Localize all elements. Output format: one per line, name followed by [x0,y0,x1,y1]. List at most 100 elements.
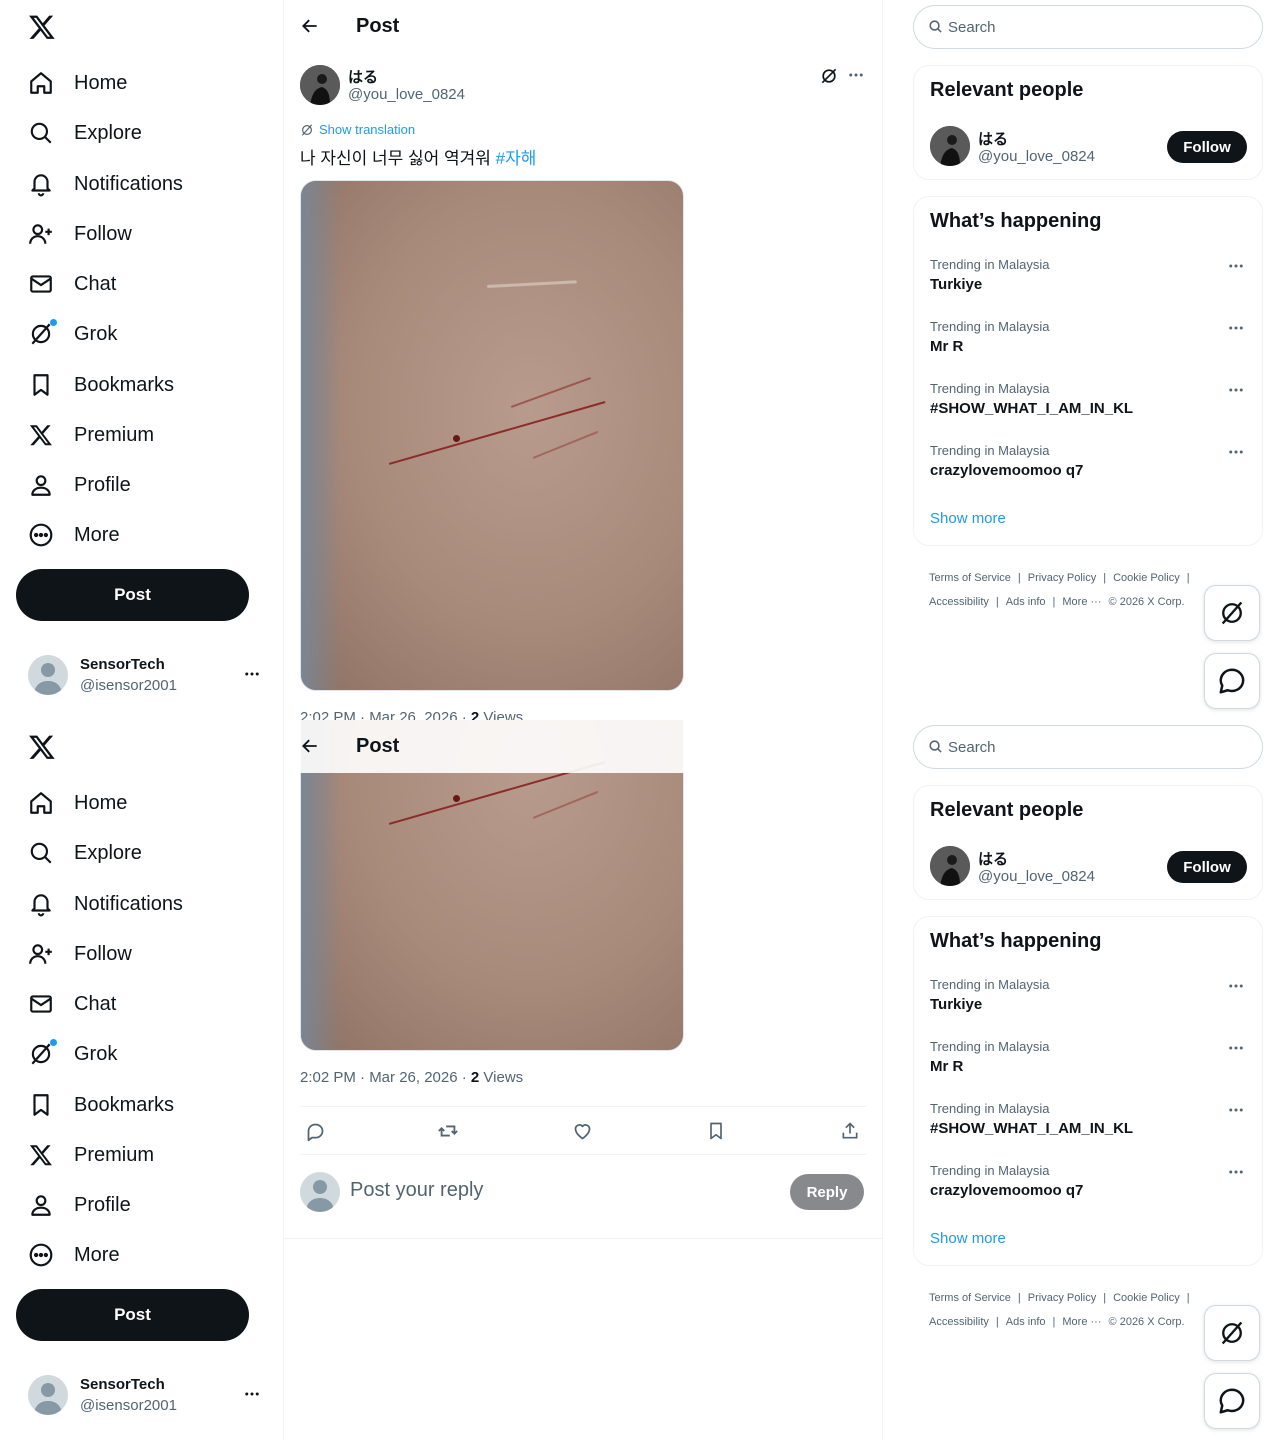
nav-notifications[interactable]: Notifications [16,161,256,207]
nav-bookmarks[interactable]: Bookmarks [16,362,256,408]
nav-follow[interactable]: Follow [16,931,256,977]
nav-chat[interactable]: Chat [16,261,256,307]
chat-fab[interactable] [1204,1373,1260,1429]
more-horizontal-icon[interactable] [243,1385,261,1408]
nav-bookmarks[interactable]: Bookmarks [16,1082,256,1128]
person-name[interactable]: はる [978,128,1008,149]
account-switcher[interactable]: SensorTech @isensor2001 [28,1375,268,1417]
accessibility-link[interactable]: Accessibility [929,1316,989,1328]
search-input[interactable]: Search [913,725,1263,769]
trend-item[interactable]: Trending in Malaysia crazylovemoomoo q7 [930,443,1250,493]
show-more-link[interactable]: Show more [930,510,1006,527]
trend-item[interactable]: Trending in Malaysia crazylovemoomoo q7 [930,1163,1250,1213]
repost-icon[interactable] [436,1119,460,1143]
cookie-link[interactable]: Cookie Policy [1113,572,1180,584]
account-switcher[interactable]: SensorTech @isensor2001 [28,655,268,697]
nav-chat[interactable]: Chat [16,981,256,1027]
card-title: Relevant people [930,799,1084,821]
more-horizontal-icon[interactable] [1227,977,1245,1000]
grok-icon [28,1039,57,1067]
search-input[interactable]: Search [913,5,1263,49]
home-icon [28,790,54,816]
terms-link[interactable]: Terms of Service [929,572,1011,584]
grok-fab[interactable] [1204,1305,1260,1361]
search-icon [928,739,943,759]
x-logo-icon[interactable] [26,11,58,43]
more-horizontal-icon[interactable] [1227,1163,1245,1186]
follow-button[interactable]: Follow [1167,131,1247,163]
back-arrow-icon[interactable] [300,16,320,41]
author-name[interactable]: はる [348,66,378,87]
cookie-link[interactable]: Cookie Policy [1113,1292,1180,1304]
more-horizontal-icon[interactable] [1227,443,1245,466]
post-button[interactable]: Post [16,1289,249,1341]
avatar[interactable] [930,846,970,886]
trend-item[interactable]: Trending in Malaysia Turkiye [930,257,1250,307]
nav-profile[interactable]: Profile [16,1182,256,1228]
bookmark-icon[interactable] [704,1119,728,1143]
person-handle[interactable]: @you_love_0824 [978,868,1095,885]
more-link[interactable]: More ··· [1062,1316,1101,1328]
nav-grok[interactable]: Grok [16,1031,256,1077]
separator: | [1103,1292,1107,1304]
nav-profile[interactable]: Profile [16,462,256,508]
privacy-link[interactable]: Privacy Policy [1028,572,1096,584]
show-more-link[interactable]: Show more [930,1230,1006,1247]
grok-fab[interactable] [1204,585,1260,641]
more-horizontal-icon[interactable] [1227,1101,1245,1124]
nav-grok[interactable]: Grok [16,311,256,357]
tweet-photo[interactable] [300,180,684,691]
back-arrow-icon[interactable] [300,736,320,761]
more-link[interactable]: More ··· [1062,596,1101,608]
trend-item[interactable]: Trending in Malaysia Mr R [930,1039,1250,1089]
chat-fab[interactable] [1204,653,1260,709]
nav-explore[interactable]: Explore [16,110,256,156]
ads-link[interactable]: Ads info [1006,1316,1046,1328]
ads-link[interactable]: Ads info [1006,596,1046,608]
tweet-time[interactable]: 2:02 PM · Mar 26, 2026 · [300,709,471,720]
nav-follow[interactable]: Follow [16,211,256,257]
author-handle[interactable]: @you_love_0824 [348,86,465,103]
terms-link[interactable]: Terms of Service [929,1292,1011,1304]
trend-item[interactable]: Trending in Malaysia #SHOW_WHAT_I_AM_IN_… [930,381,1250,431]
like-icon[interactable] [570,1119,594,1143]
trend-topic: #SHOW_WHAT_I_AM_IN_KL [930,1120,1134,1137]
more-horizontal-icon[interactable] [847,66,865,89]
post-button[interactable]: Post [16,569,249,621]
nav-explore[interactable]: Explore [16,830,256,876]
hashtag-link[interactable]: #자해 [496,149,537,168]
nav-more[interactable]: More [16,1232,256,1278]
follow-button[interactable]: Follow [1167,851,1247,883]
more-horizontal-icon[interactable] [243,665,261,688]
nav-premium[interactable]: Premium [16,1132,256,1178]
reply-icon[interactable] [303,1119,327,1143]
more-horizontal-icon[interactable] [1227,381,1245,404]
trend-item[interactable]: Trending in Malaysia #SHOW_WHAT_I_AM_IN_… [930,1101,1250,1151]
share-icon[interactable] [838,1119,862,1143]
x-logo-icon[interactable] [26,731,58,763]
person-name[interactable]: はる [978,848,1008,869]
x-logo-icon [28,422,54,448]
trend-item[interactable]: Trending in Malaysia Mr R [930,319,1250,369]
more-horizontal-icon[interactable] [1227,319,1245,342]
x-logo-icon [28,1142,54,1168]
nav-more[interactable]: More [16,512,256,558]
show-translation-link[interactable]: Show translation [300,122,415,137]
trend-item[interactable]: Trending in Malaysia Turkiye [930,977,1250,1027]
grok-icon[interactable] [819,66,839,91]
person-handle[interactable]: @you_love_0824 [978,148,1095,165]
views-label: Views [479,1069,524,1086]
reply-input[interactable]: Post your reply [350,1179,483,1202]
nav-premium[interactable]: Premium [16,412,256,458]
nav-notifications[interactable]: Notifications [16,881,256,927]
more-horizontal-icon[interactable] [1227,1039,1245,1062]
avatar[interactable] [930,126,970,166]
tweet-time[interactable]: 2:02 PM · Mar 26, 2026 · [300,1069,471,1086]
more-horizontal-icon[interactable] [1227,257,1245,280]
accessibility-link[interactable]: Accessibility [929,596,989,608]
nav-home[interactable]: Home [16,780,256,826]
reply-button[interactable]: Reply [790,1174,864,1210]
privacy-link[interactable]: Privacy Policy [1028,1292,1096,1304]
author-avatar[interactable] [300,65,340,105]
nav-home[interactable]: Home [16,60,256,106]
